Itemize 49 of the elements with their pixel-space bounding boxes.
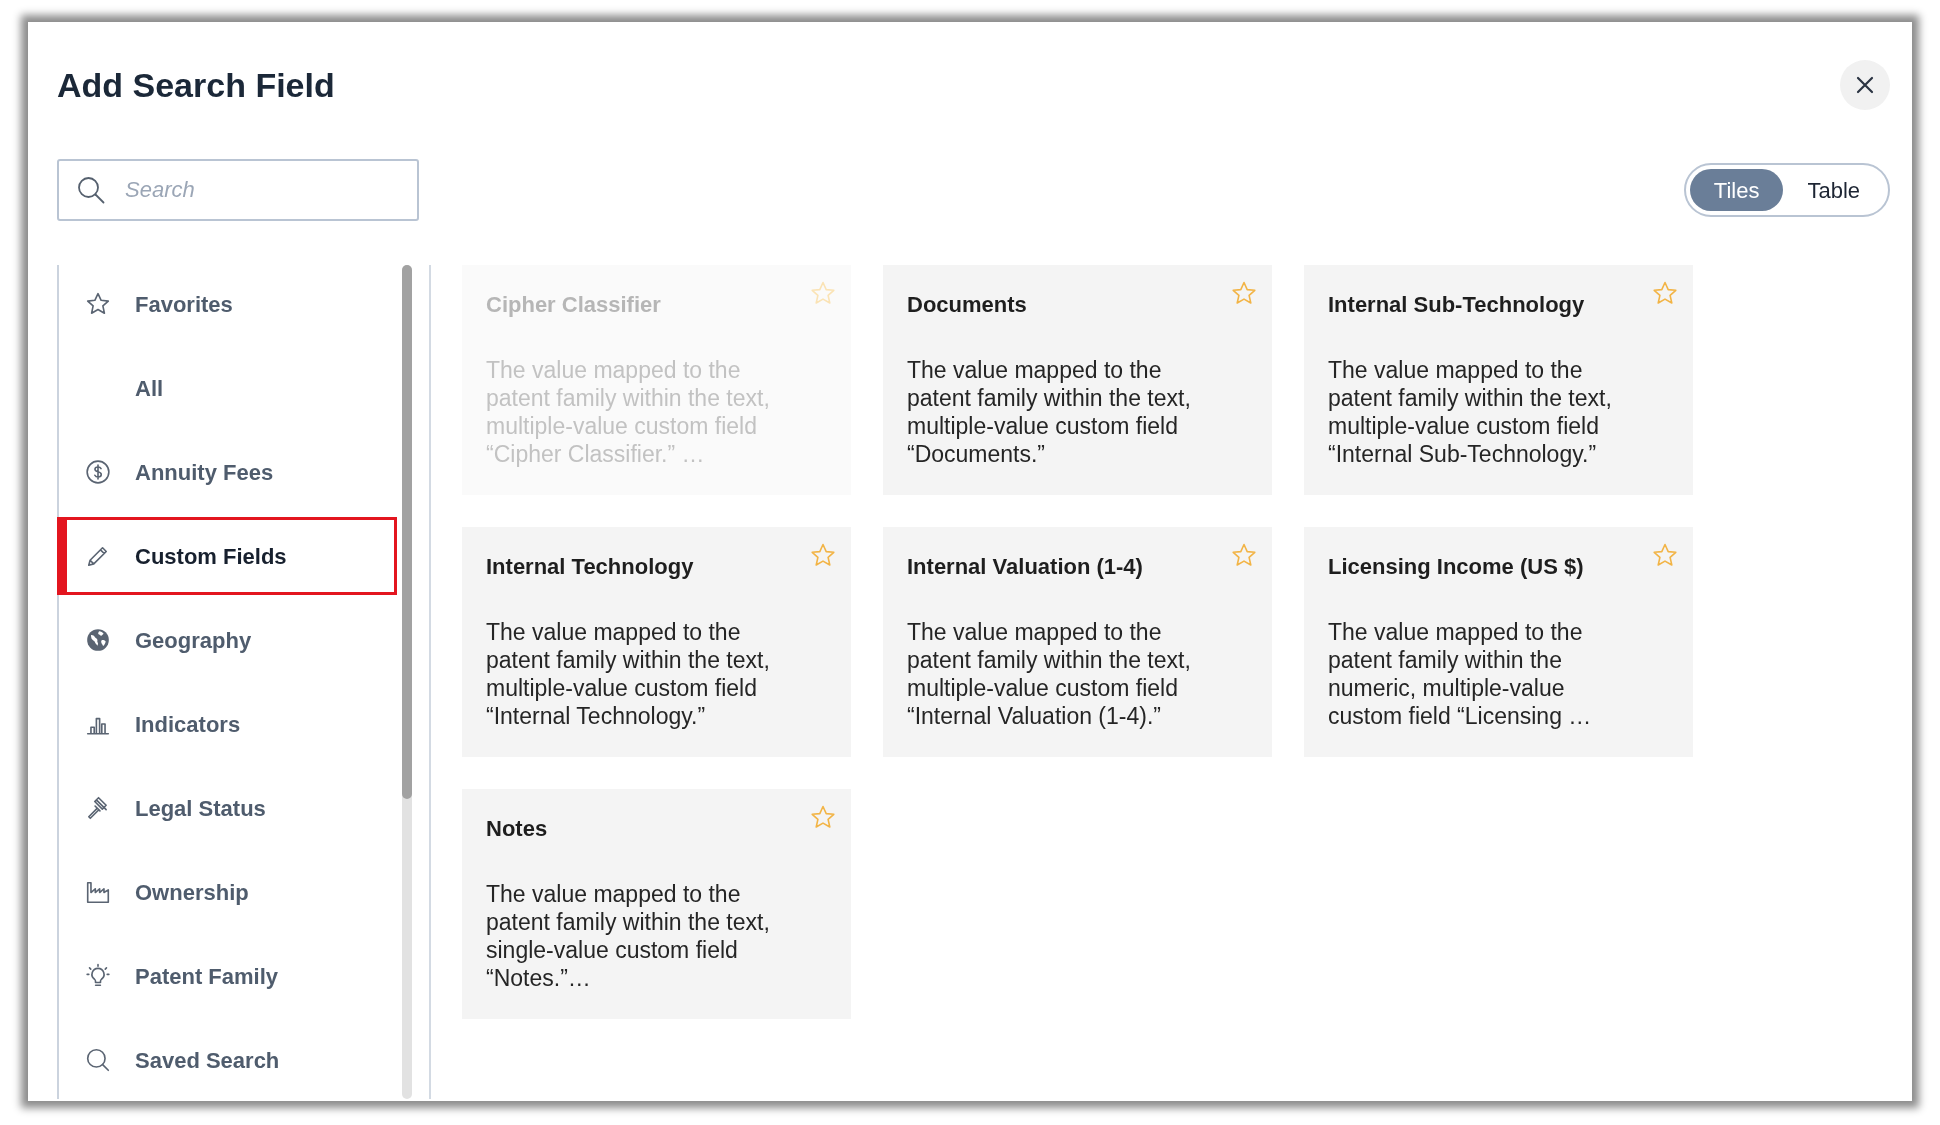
scrollbar-thumb[interactable] <box>402 265 412 799</box>
field-tile[interactable]: Internal Sub-Technology The value mapped to the patent family within the text, multiple-value custom field “Internal Sub-Technology.” <box>1304 265 1693 495</box>
sidebar-item[interactable]: Geography <box>57 601 397 679</box>
tile-description: The value mapped to the patent family within the text, multiple-value custom field “Internal Technology.” <box>486 618 771 730</box>
star-icon[interactable] <box>1231 281 1257 307</box>
tile-title: Documents <box>907 291 1027 319</box>
tile-title: Cipher Classifier <box>486 291 661 319</box>
tile-description: The value mapped to the patent family within the text, multiple-value custom field “Internal Sub-Technology.” <box>1328 356 1613 468</box>
close-button[interactable] <box>1840 60 1890 110</box>
factory-icon <box>85 879 111 905</box>
star-icon <box>85 291 111 317</box>
star-icon[interactable] <box>1652 281 1678 307</box>
sidebar-item[interactable]: Indicators <box>57 685 397 763</box>
search-icon <box>77 176 105 204</box>
star-icon[interactable] <box>810 805 836 831</box>
field-tile[interactable]: Internal Technology The value mapped to the patent family within the text, multiple-value custom field “Internal Technology.” <box>462 527 851 757</box>
sidebar-item[interactable]: Legal Status <box>57 769 397 847</box>
search-icon <box>85 1047 111 1073</box>
star-icon[interactable] <box>810 543 836 569</box>
field-tile[interactable]: Licensing Income (US $) The value mapped to the patent family within the numeric, multiple-value custom field “Licensing … <box>1304 527 1693 757</box>
star-icon[interactable] <box>1652 543 1678 569</box>
tile-title: Internal Sub-Technology <box>1328 291 1585 319</box>
field-tile[interactable]: Internal Valuation (1-4) The value mapped to the patent family within the text, multiple-value custom field “Internal Valuation (1-4).” <box>883 527 1272 757</box>
field-tile[interactable]: Notes The value mapped to the patent family within the text, single-value custom field “Notes.”… <box>462 789 851 1019</box>
star-icon[interactable] <box>1231 543 1257 569</box>
field-tile[interactable]: Documents The value mapped to the patent family within the text, multiple-value custom field “Documents.” <box>883 265 1272 495</box>
tile-description: The value mapped to the patent family within the text, multiple-value custom field “Internal Valuation (1-4).” <box>907 618 1192 730</box>
dialog-title: Add Search Field <box>57 65 335 106</box>
globe-icon <box>85 627 111 653</box>
sidebar-item[interactable]: Favorites <box>57 265 397 343</box>
tile-title: Internal Technology <box>486 553 694 581</box>
tile-description: The value mapped to the patent family within the text, multiple-value custom field “Documents.” <box>907 356 1192 468</box>
sidebar-item[interactable]: Annuity Fees <box>57 433 397 511</box>
sidebar-item[interactable]: All <box>57 349 397 427</box>
close-icon <box>1856 76 1874 94</box>
tile-title: Internal Valuation (1-4) <box>907 553 1143 581</box>
tile-description: The value mapped to the patent family within the numeric, multiple-value custom field “Licensing … <box>1328 618 1593 730</box>
tile-title: Notes <box>486 815 548 843</box>
view-tab[interactable]: Table <box>1783 169 1884 211</box>
sidebar-item[interactable]: Ownership <box>57 853 397 931</box>
lightbulb-icon <box>85 963 111 989</box>
tile-description: The value mapped to the patent family within the text, multiple-value custom field “Cipher Classifier.” … <box>486 356 771 468</box>
view-tab[interactable]: Tiles <box>1689 169 1784 211</box>
dollar-icon <box>85 459 111 485</box>
tile-title: Licensing Income (US $) <box>1328 553 1584 581</box>
tile-description: The value mapped to the patent family within the text, single-value custom field “Notes.”… <box>486 880 771 992</box>
search-field[interactable]: Search <box>57 159 419 221</box>
sidebar-item[interactable]: Saved Search <box>57 1021 397 1099</box>
sidebar-item[interactable]: Patent Family <box>57 937 397 1015</box>
